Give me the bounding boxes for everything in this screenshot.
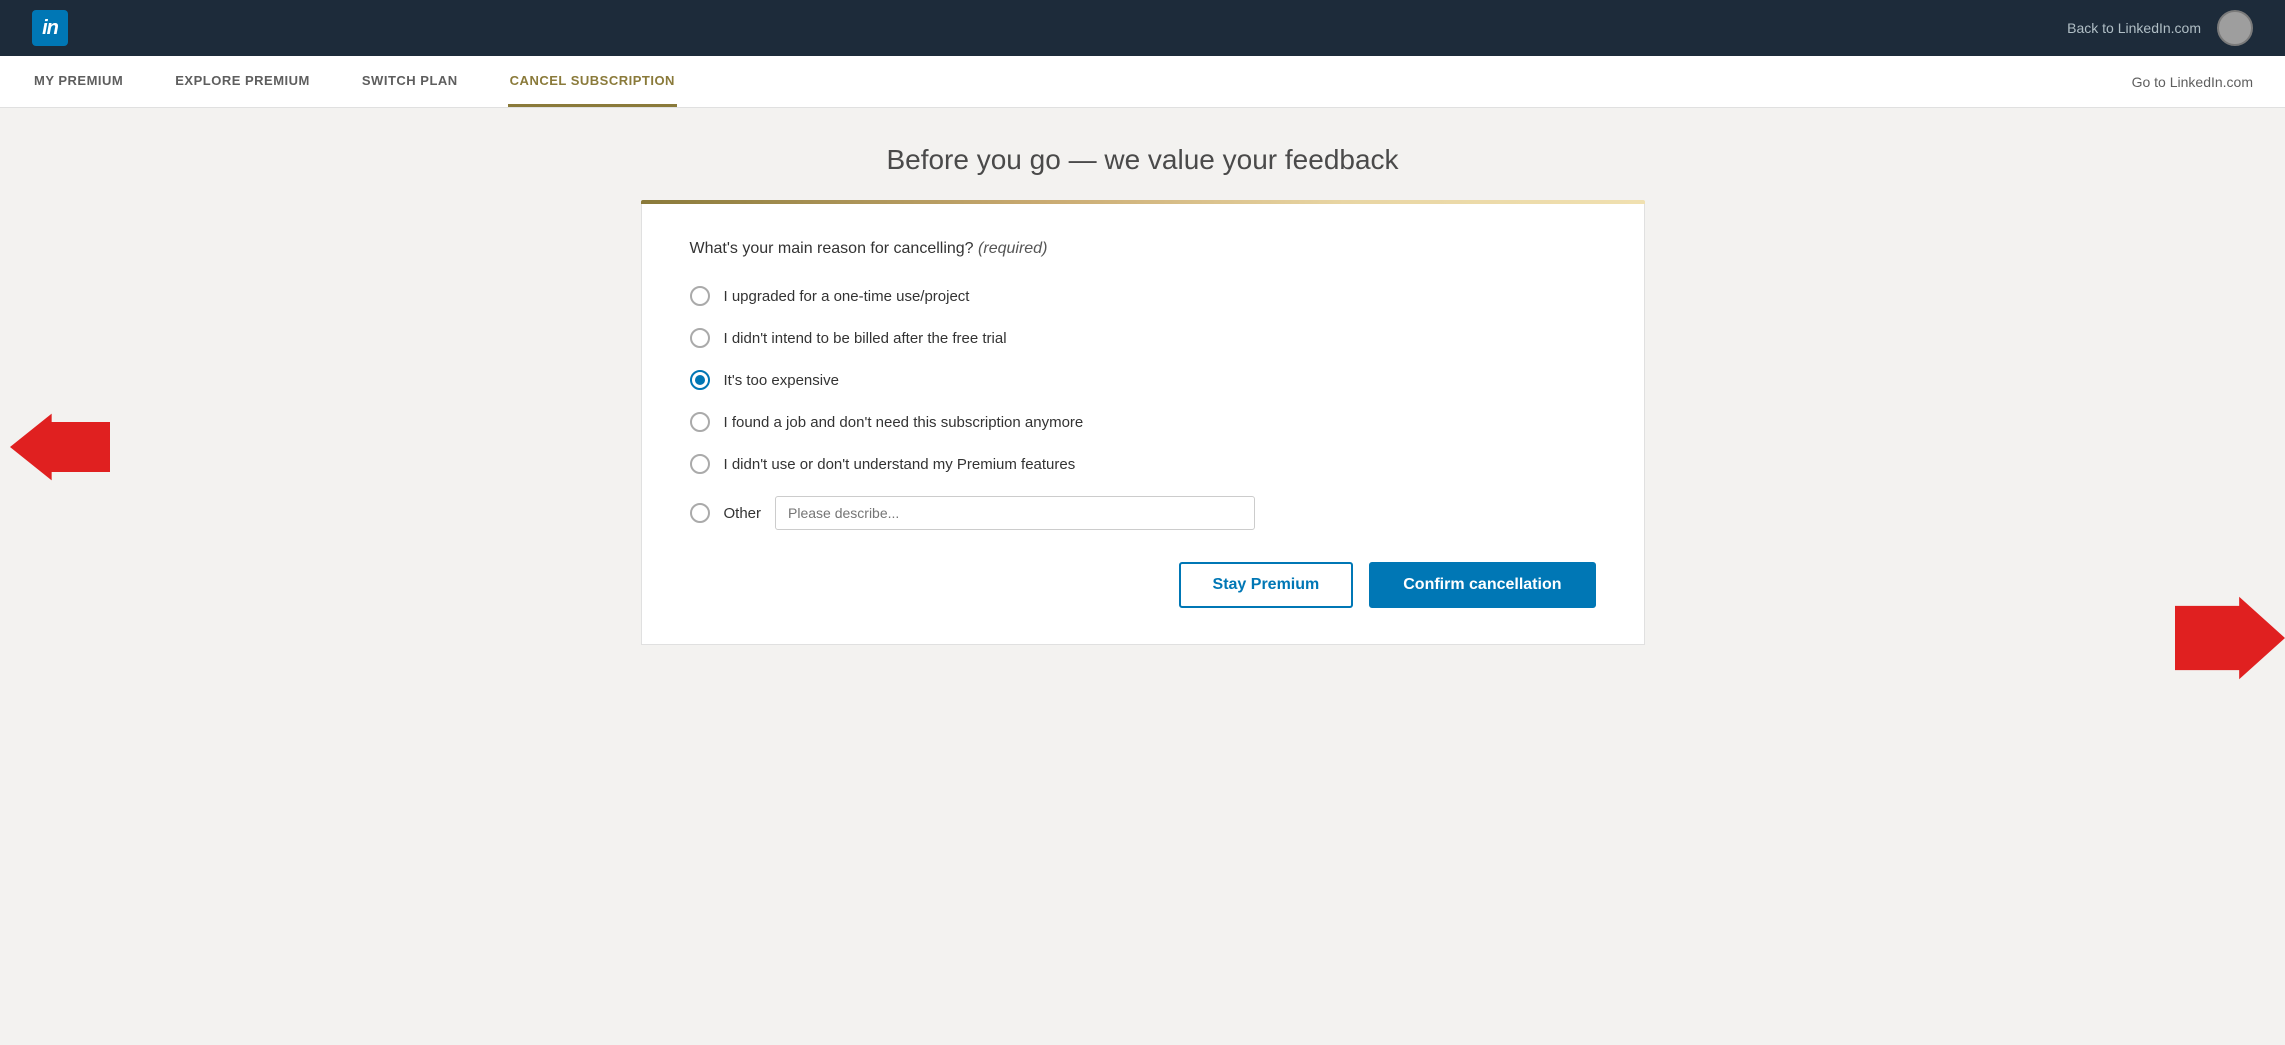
button-row: Stay Premium Confirm cancellation xyxy=(690,562,1596,608)
nav-explore-premium[interactable]: EXPLORE PREMIUM xyxy=(173,56,312,107)
avatar[interactable] xyxy=(2217,10,2253,46)
radio-option-4[interactable]: I found a job and don't need this subscr… xyxy=(690,412,1596,432)
question-label: What's your main reason for cancelling? … xyxy=(690,240,1596,258)
other-label: Other xyxy=(724,505,762,522)
linkedin-logo: in xyxy=(32,10,68,46)
radio-option-2[interactable]: I didn't intend to be billed after the f… xyxy=(690,328,1596,348)
page-title-section: Before you go — we value your feedback xyxy=(0,108,2285,200)
nav-my-premium[interactable]: MY PREMIUM xyxy=(32,56,125,107)
other-row: Other xyxy=(690,496,1596,530)
nav-cancel-subscription[interactable]: CANCEL SUBSCRIPTION xyxy=(508,56,677,107)
radio-input-5[interactable] xyxy=(690,454,710,474)
nav-switch-plan[interactable]: SWITCH PLAN xyxy=(360,56,460,107)
other-text-input[interactable] xyxy=(775,496,1255,530)
right-arrow-icon xyxy=(2175,593,2285,683)
radio-label-5: I didn't use or don't understand my Prem… xyxy=(724,456,1076,473)
back-to-linkedin-link[interactable]: Back to LinkedIn.com xyxy=(2067,20,2201,36)
radio-input-other[interactable] xyxy=(690,503,710,523)
go-to-linkedin-link[interactable]: Go to LinkedIn.com xyxy=(2132,74,2253,90)
left-arrow-icon xyxy=(10,407,110,487)
nav-bar: MY PREMIUM EXPLORE PREMIUM SWITCH PLAN C… xyxy=(0,56,2285,108)
nav-links: MY PREMIUM EXPLORE PREMIUM SWITCH PLAN C… xyxy=(32,56,677,107)
top-bar-right: Back to LinkedIn.com xyxy=(2067,10,2253,46)
radio-input-2[interactable] xyxy=(690,328,710,348)
radio-input-3[interactable] xyxy=(690,370,710,390)
radio-option-5[interactable]: I didn't use or don't understand my Prem… xyxy=(690,454,1596,474)
radio-label-3: It's too expensive xyxy=(724,372,839,389)
page-title: Before you go — we value your feedback xyxy=(0,144,2285,176)
radio-label-1: I upgraded for a one-time use/project xyxy=(724,288,970,305)
radio-options: I upgraded for a one-time use/project I … xyxy=(690,286,1596,530)
radio-option-3[interactable]: It's too expensive xyxy=(690,370,1596,390)
radio-input-1[interactable] xyxy=(690,286,710,306)
top-bar: in Back to LinkedIn.com xyxy=(0,0,2285,56)
stay-premium-button[interactable]: Stay Premium xyxy=(1179,562,1354,608)
radio-label-4: I found a job and don't need this subscr… xyxy=(724,414,1084,431)
radio-label-2: I didn't intend to be billed after the f… xyxy=(724,330,1007,347)
confirm-cancellation-button[interactable]: Confirm cancellation xyxy=(1369,562,1595,608)
form-card: What's your main reason for cancelling? … xyxy=(641,204,1645,645)
radio-option-1[interactable]: I upgraded for a one-time use/project xyxy=(690,286,1596,306)
radio-input-4[interactable] xyxy=(690,412,710,432)
card-wrapper: What's your main reason for cancelling? … xyxy=(641,200,1645,645)
page-wrapper: What's your main reason for cancelling? … xyxy=(0,200,2285,693)
main-content: What's your main reason for cancelling? … xyxy=(593,200,1693,693)
